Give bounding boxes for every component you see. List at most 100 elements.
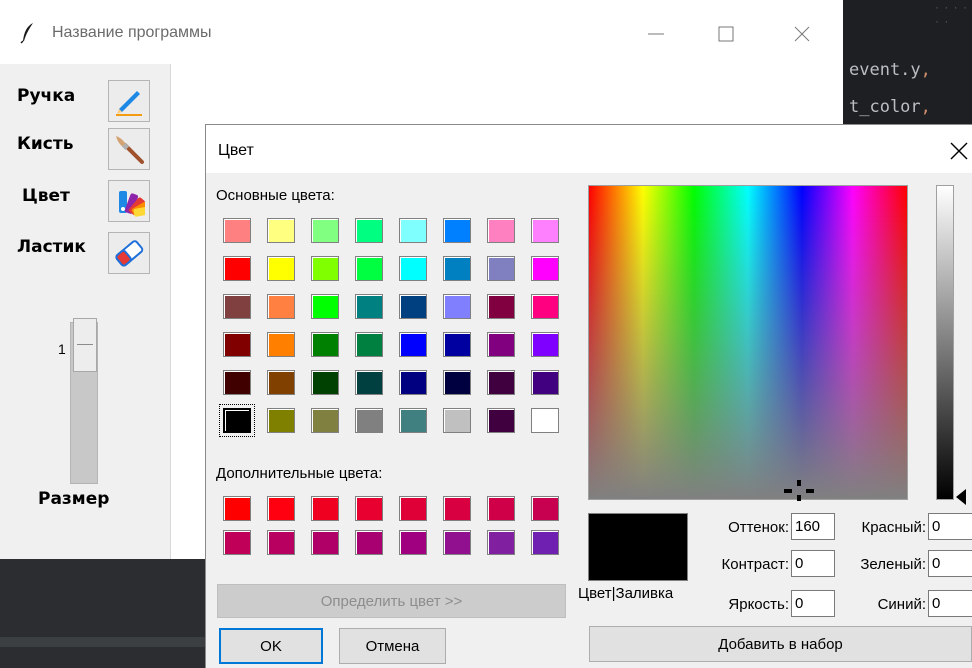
hue-field[interactable]: 160 (791, 513, 835, 540)
green-field[interactable]: 0 (928, 550, 972, 577)
basic-color-swatch[interactable] (311, 332, 339, 357)
basic-color-swatch[interactable] (267, 370, 295, 395)
basic-color-swatch[interactable] (223, 370, 251, 395)
custom-color-swatch[interactable] (311, 530, 339, 555)
luminosity-bar[interactable] (936, 185, 954, 500)
taskbar-strip (0, 637, 205, 647)
basic-color-swatch[interactable] (219, 404, 255, 437)
close-icon (950, 142, 968, 160)
dialog-close-button[interactable] (944, 135, 972, 165)
minimize-icon (648, 33, 664, 35)
basic-color-swatch[interactable] (355, 256, 383, 281)
basic-color-swatch[interactable] (487, 218, 515, 243)
basic-color-swatch[interactable] (487, 294, 515, 319)
custom-color-swatch[interactable] (223, 530, 251, 555)
custom-color-swatch[interactable] (399, 496, 427, 521)
basic-color-swatch[interactable] (399, 294, 427, 319)
custom-color-swatch[interactable] (487, 530, 515, 555)
basic-color-swatch[interactable] (531, 256, 559, 281)
close-window-button[interactable] (778, 16, 826, 52)
custom-color-swatch[interactable] (267, 496, 295, 521)
basic-color-swatch[interactable] (223, 294, 251, 319)
hue-saturation-spectrum[interactable] (588, 185, 908, 500)
luminosity-field[interactable]: 0 (791, 590, 835, 617)
basic-color-swatch[interactable] (399, 332, 427, 357)
basic-color-swatch[interactable] (355, 218, 383, 243)
custom-color-swatch[interactable] (487, 496, 515, 521)
basic-color-swatch[interactable] (267, 218, 295, 243)
basic-color-swatch[interactable] (399, 408, 427, 433)
feather-icon (20, 23, 33, 44)
taskbar-background (0, 559, 205, 668)
custom-color-swatch[interactable] (223, 496, 251, 521)
basic-color-swatch[interactable] (443, 294, 471, 319)
custom-color-swatch[interactable] (531, 496, 559, 521)
basic-color-swatch[interactable] (443, 256, 471, 281)
basic-color-swatch[interactable] (311, 408, 339, 433)
basic-color-swatch[interactable] (223, 256, 251, 281)
brush-icon (116, 136, 144, 164)
basic-color-swatch[interactable] (531, 370, 559, 395)
size-slider-thumb[interactable] (73, 318, 97, 372)
basic-color-swatch[interactable] (311, 256, 339, 281)
basic-color-swatch[interactable] (399, 256, 427, 281)
basic-color-swatch[interactable] (399, 370, 427, 395)
basic-color-swatch[interactable] (487, 332, 515, 357)
hue-label: Оттенок: (728, 519, 789, 536)
saturation-field[interactable]: 0 (791, 550, 835, 577)
palette-icon (119, 191, 145, 217)
basic-color-swatch[interactable] (443, 408, 471, 433)
blue-field[interactable]: 0 (928, 590, 972, 617)
define-custom-color-button[interactable]: Определить цвет >> (217, 584, 566, 618)
basic-color-swatch[interactable] (267, 294, 295, 319)
color-tool-button[interactable] (108, 180, 150, 222)
custom-color-swatch[interactable] (355, 496, 383, 521)
luminosity-arrow-icon[interactable] (956, 489, 966, 505)
basic-color-swatch[interactable] (267, 332, 295, 357)
cancel-button[interactable]: Отмена (339, 628, 446, 664)
tool-label-eraser: Ластик (17, 237, 86, 257)
basic-color-swatch[interactable] (223, 218, 251, 243)
brush-tool-button[interactable] (108, 128, 150, 170)
custom-color-swatch[interactable] (443, 496, 471, 521)
custom-color-swatch[interactable] (443, 530, 471, 555)
custom-color-swatch[interactable] (531, 530, 559, 555)
basic-color-swatch[interactable] (355, 408, 383, 433)
basic-color-swatch[interactable] (267, 408, 295, 433)
basic-color-swatch[interactable] (399, 218, 427, 243)
red-field[interactable]: 0 (928, 513, 972, 540)
basic-color-swatch[interactable] (531, 294, 559, 319)
basic-color-swatch[interactable] (531, 218, 559, 243)
editor-line-1-comma: , (920, 60, 931, 80)
basic-color-swatch[interactable] (443, 332, 471, 357)
eraser-tool-button[interactable] (108, 232, 150, 274)
minimize-button[interactable] (632, 16, 680, 52)
basic-color-swatch[interactable] (223, 332, 251, 357)
pen-tool-button[interactable] (108, 80, 150, 122)
basic-color-swatch[interactable] (531, 408, 559, 433)
basic-color-swatch[interactable] (443, 218, 471, 243)
basic-color-swatch[interactable] (311, 218, 339, 243)
basic-color-swatch[interactable] (355, 294, 383, 319)
basic-color-swatch[interactable] (355, 332, 383, 357)
basic-color-swatch[interactable] (443, 370, 471, 395)
custom-color-swatch[interactable] (399, 530, 427, 555)
saturation-label: Контраст: (721, 556, 789, 573)
basic-color-swatch[interactable] (487, 408, 515, 433)
custom-color-swatch[interactable] (267, 530, 295, 555)
ok-button[interactable]: OK (219, 628, 323, 664)
basic-color-swatch[interactable] (311, 370, 339, 395)
editor-line-1: event.y, (849, 60, 931, 80)
basic-color-swatch[interactable] (487, 370, 515, 395)
tool-label-brush: Кисть (17, 134, 74, 154)
basic-color-swatch[interactable] (355, 370, 383, 395)
custom-color-swatch[interactable] (311, 496, 339, 521)
basic-color-swatch[interactable] (311, 294, 339, 319)
editor-line-2-comma: , (920, 97, 931, 117)
maximize-button[interactable] (702, 16, 750, 52)
basic-color-swatch[interactable] (487, 256, 515, 281)
custom-color-swatch[interactable] (355, 530, 383, 555)
basic-color-swatch[interactable] (267, 256, 295, 281)
basic-color-swatch[interactable] (531, 332, 559, 357)
add-to-custom-colors-button[interactable]: Добавить в набор (589, 626, 972, 662)
